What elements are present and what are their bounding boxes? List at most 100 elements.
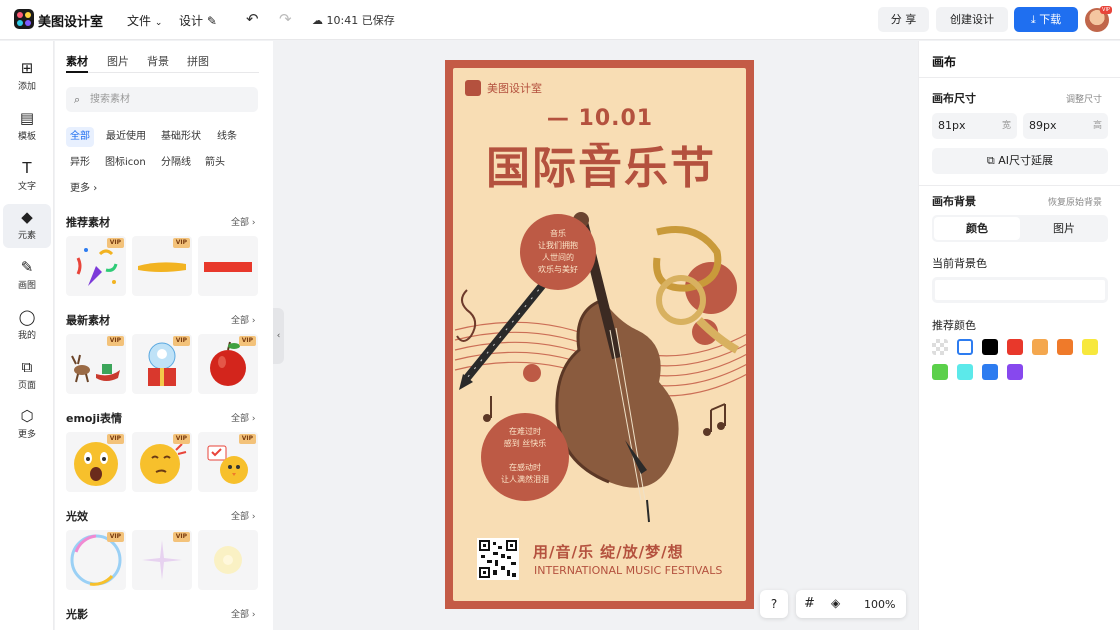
material-thumb[interactable]: VIP bbox=[198, 432, 258, 492]
bubble-line: 欢乐与美好 bbox=[538, 265, 578, 274]
chip-dividers[interactable]: 分隔线 bbox=[157, 153, 195, 173]
tab-collage[interactable]: 拼图 bbox=[187, 53, 209, 69]
user-icon: ◯ bbox=[18, 308, 36, 326]
rail-item-template[interactable]: ▤ 模板 bbox=[3, 105, 51, 149]
see-all-link[interactable]: 全部 › bbox=[231, 411, 256, 424]
vip-badge: VIP bbox=[106, 336, 124, 346]
material-thumb[interactable]: VIP bbox=[132, 432, 192, 492]
swatch-cyan[interactable] bbox=[957, 364, 973, 380]
grid-icon[interactable]: # bbox=[804, 596, 815, 611]
material-thumb[interactable]: VIP bbox=[66, 334, 126, 394]
material-thumb[interactable]: VIP bbox=[198, 334, 258, 394]
material-thumb[interactable] bbox=[198, 530, 258, 590]
help-button[interactable]: ? bbox=[760, 590, 788, 618]
material-thumb[interactable]: VIP bbox=[66, 432, 126, 492]
see-all-label: 全部 bbox=[231, 610, 250, 620]
cube-icon: ⬡ bbox=[20, 407, 34, 425]
swatch-blue[interactable] bbox=[982, 364, 998, 380]
poster-english-title: INTERNATIONAL MUSIC FESTIVALS bbox=[534, 564, 723, 577]
view-toolbar: # ◈ 100% bbox=[796, 590, 906, 618]
tab-backgrounds[interactable]: 背景 bbox=[147, 53, 169, 69]
rail-item-add[interactable]: ⊞ 添加 bbox=[3, 55, 51, 99]
rail-item-mine[interactable]: ◯ 我的 bbox=[3, 304, 51, 348]
width-input[interactable]: 81px 宽 bbox=[932, 113, 1017, 139]
swatch-red[interactable] bbox=[1007, 339, 1023, 355]
material-thumb[interactable]: VIP bbox=[66, 530, 126, 590]
see-all-link[interactable]: 全部 › bbox=[231, 313, 256, 326]
divider bbox=[919, 77, 1120, 78]
bubble-line: 感到 丝快乐 bbox=[503, 439, 547, 448]
zoom-level[interactable]: 100% bbox=[864, 598, 895, 611]
chip-more[interactable]: 更多 › bbox=[66, 179, 101, 199]
material-thumb[interactable]: VIP bbox=[132, 334, 192, 394]
chip-lines[interactable]: 线条 bbox=[213, 127, 241, 147]
design-menu[interactable]: 设计 ✎ bbox=[179, 12, 217, 29]
top-bar: 美图设计室 文件 ⌄ 设计 ✎ ↶ ↷ ☁ 10:41 已保存 分 享 创建设计… bbox=[0, 0, 1120, 40]
chip-recent[interactable]: 最近使用 bbox=[102, 127, 150, 147]
material-thumb[interactable] bbox=[198, 236, 258, 296]
section-title: emoji表情 bbox=[66, 412, 123, 425]
chip-arrows[interactable]: 箭头 bbox=[201, 153, 229, 173]
materials-panel: 素材 图片 背景 拼图 ⌕ 搜索素材 全部 最近使用 基础形状 线条 异形 图标i… bbox=[55, 41, 273, 630]
redo-icon[interactable]: ↷ bbox=[279, 10, 292, 28]
file-menu-label: 文件 bbox=[127, 14, 152, 28]
qr-code-icon bbox=[479, 540, 517, 578]
see-all-link[interactable]: 全部 › bbox=[231, 509, 256, 522]
chip-more-label: 更多 bbox=[70, 183, 90, 194]
see-all-label: 全部 bbox=[231, 316, 250, 326]
brand-name[interactable]: 美图设计室 bbox=[38, 11, 103, 30]
chip-basic-shapes[interactable]: 基础形状 bbox=[157, 127, 205, 147]
material-thumb[interactable]: VIP bbox=[132, 530, 192, 590]
swatch-green[interactable] bbox=[932, 364, 948, 380]
rail-item-page[interactable]: ⧉ 页面 bbox=[3, 354, 51, 398]
seg-color[interactable]: 颜色 bbox=[934, 217, 1020, 240]
rail-item-elements[interactable]: ◆ 元素 bbox=[3, 204, 51, 248]
poster-slogan: 用/音/乐 绽/放/梦/想 bbox=[533, 543, 684, 561]
logo-icon[interactable] bbox=[14, 9, 34, 29]
adjust-size-link[interactable]: 调整尺寸 bbox=[1066, 92, 1102, 105]
material-thumb[interactable]: VIP bbox=[66, 236, 126, 296]
swatch-yellow[interactable] bbox=[1082, 339, 1098, 355]
swatch-orange[interactable] bbox=[1057, 339, 1073, 355]
chevron-right-icon: › bbox=[251, 414, 256, 424]
file-menu[interactable]: 文件 ⌄ bbox=[127, 12, 162, 29]
chip-icons[interactable]: 图标icon bbox=[101, 153, 150, 173]
seg-image[interactable]: 图片 bbox=[1022, 217, 1106, 240]
tab-images[interactable]: 图片 bbox=[107, 53, 129, 69]
swatch-black[interactable] bbox=[982, 339, 998, 355]
ai-extend-button[interactable]: ⧉ AI尺寸延展 bbox=[932, 148, 1108, 174]
see-all-link[interactable]: 全部 › bbox=[231, 215, 256, 228]
download-label: 下载 bbox=[1039, 13, 1062, 26]
canvas-bg-label: 画布背景 bbox=[932, 195, 976, 208]
swatch-transparent[interactable] bbox=[932, 339, 948, 355]
share-button[interactable]: 分 享 bbox=[878, 7, 929, 32]
restore-bg-link[interactable]: 恢复原始背景 bbox=[1048, 195, 1102, 208]
undo-icon[interactable]: ↶ bbox=[246, 10, 259, 28]
rail-item-more[interactable]: ⬡ 更多 bbox=[3, 403, 51, 447]
edit-icon: ✎ bbox=[206, 14, 217, 28]
vip-badge: VIP bbox=[238, 336, 256, 346]
rail-item-text[interactable]: T 文字 bbox=[3, 155, 51, 199]
see-all-link[interactable]: 全部 › bbox=[231, 607, 256, 620]
chip-irregular[interactable]: 异形 bbox=[66, 153, 94, 173]
tab-materials[interactable]: 素材 bbox=[66, 53, 88, 69]
chip-all[interactable]: 全部 bbox=[66, 127, 94, 147]
see-all-label: 全部 bbox=[231, 218, 250, 228]
download-button[interactable]: ⤓ 下载 bbox=[1014, 7, 1078, 32]
layers-icon[interactable]: ◈ bbox=[831, 596, 840, 610]
collapse-panel-button[interactable]: ‹ bbox=[273, 308, 284, 364]
design-menu-label: 设计 bbox=[179, 14, 204, 28]
swatch-purple[interactable] bbox=[1007, 364, 1023, 380]
rail-item-draw[interactable]: ✎ 画图 bbox=[3, 254, 51, 298]
rail-item-label: 更多 bbox=[17, 430, 36, 440]
current-bg-color-field[interactable] bbox=[932, 277, 1108, 303]
create-design-button[interactable]: 创建设计 bbox=[936, 7, 1008, 32]
height-input[interactable]: 89px 高 bbox=[1023, 113, 1108, 139]
plus-square-icon: ⊞ bbox=[20, 59, 34, 77]
download-icon: ⤓ bbox=[1030, 13, 1036, 26]
material-thumb[interactable]: VIP bbox=[132, 236, 192, 296]
search-input[interactable]: ⌕ 搜索素材 bbox=[66, 87, 258, 112]
vip-badge: VIP bbox=[172, 238, 190, 248]
swatch-white[interactable] bbox=[957, 339, 973, 355]
swatch-light-orange[interactable] bbox=[1032, 339, 1048, 355]
